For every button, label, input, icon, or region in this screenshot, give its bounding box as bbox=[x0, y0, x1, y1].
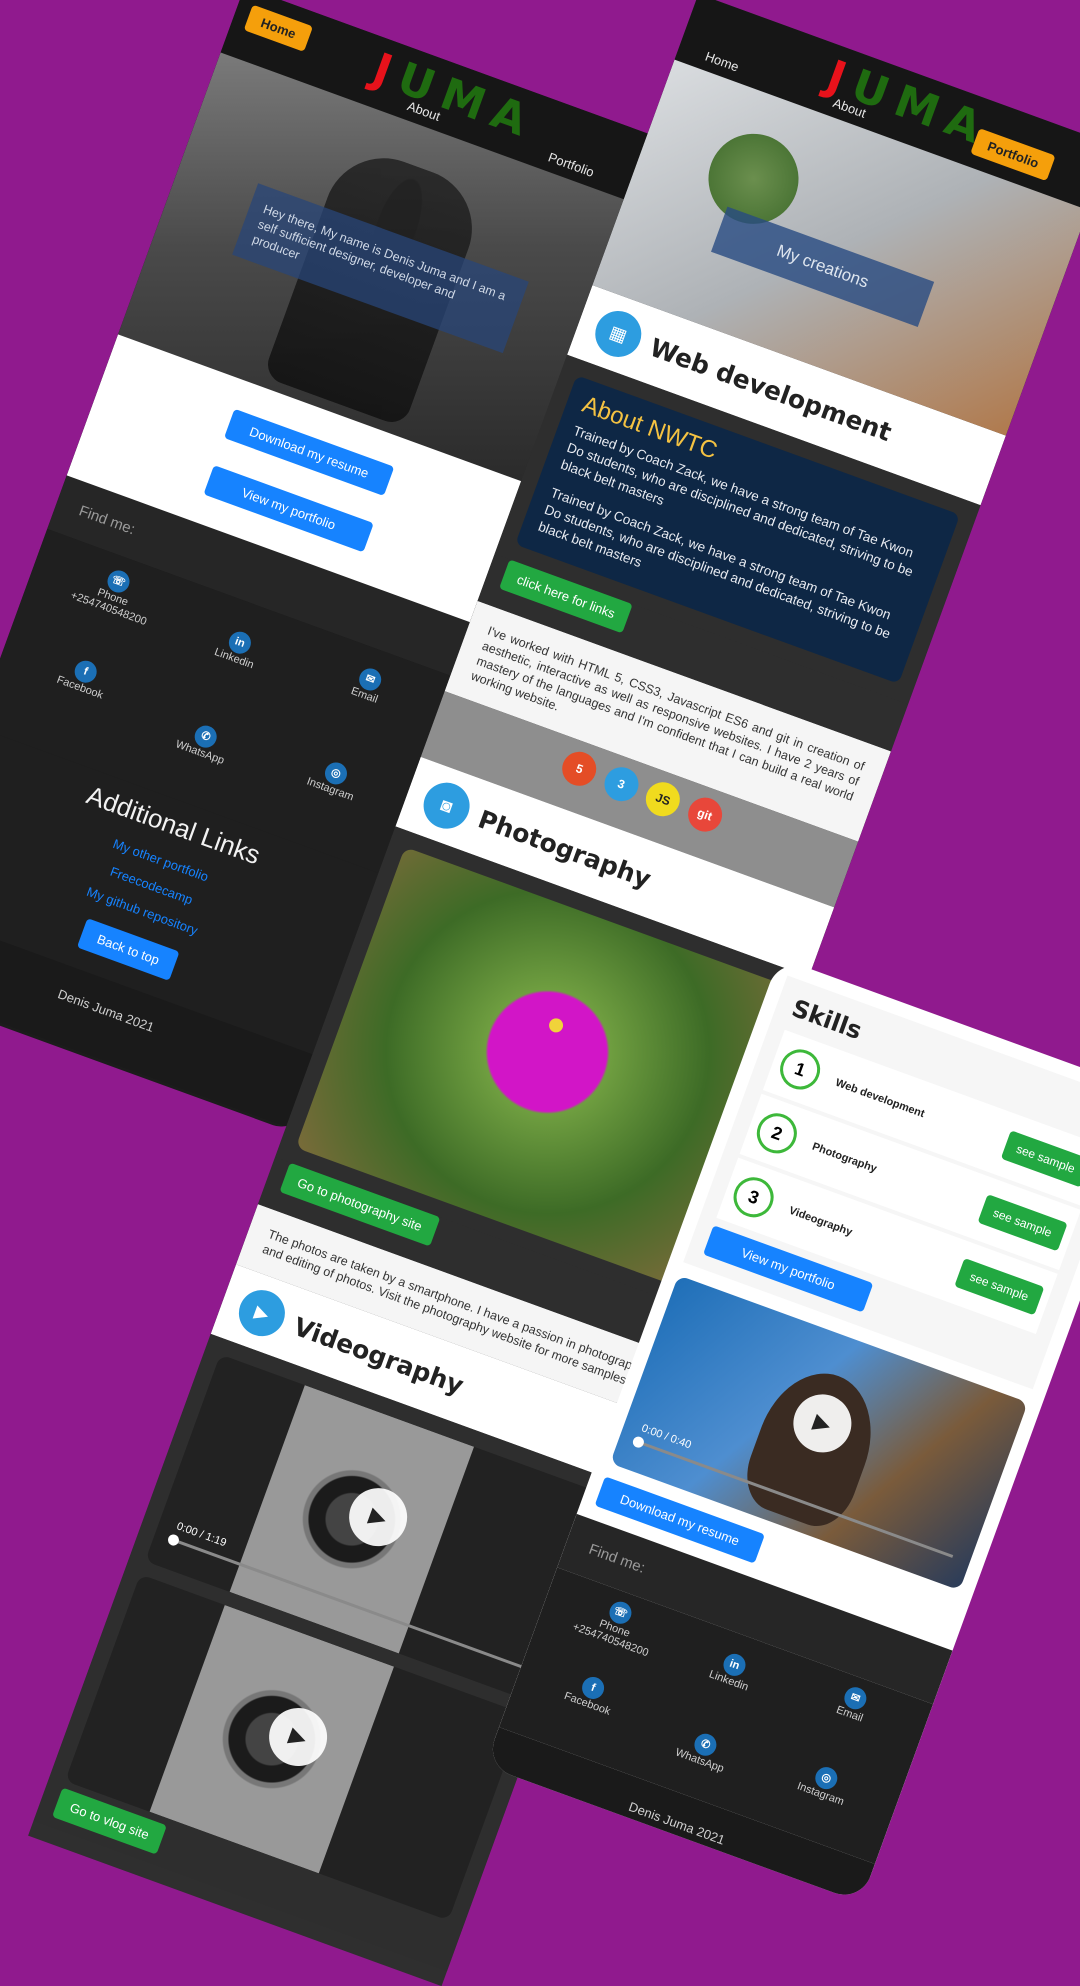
see-sample-button[interactable]: see sample bbox=[953, 1257, 1045, 1316]
video-camera-icon: ▶ bbox=[232, 1283, 292, 1343]
contact-linkedin[interactable]: in Linkedin bbox=[675, 1636, 790, 1706]
css3-icon: 3 bbox=[599, 762, 644, 806]
contact-whatsapp[interactable]: ✆ WhatsApp bbox=[146, 708, 261, 778]
contact-whatsapp[interactable]: ✆ WhatsApp bbox=[646, 1716, 761, 1786]
contact-facebook[interactable]: f Facebook bbox=[26, 643, 141, 713]
javascript-icon: JS bbox=[641, 777, 685, 822]
flower-stamen bbox=[546, 1016, 565, 1035]
see-sample-button[interactable]: see sample bbox=[1000, 1130, 1080, 1188]
git-icon: git bbox=[683, 792, 727, 837]
skill-number: 1 bbox=[774, 1043, 826, 1096]
back-to-top-button[interactable]: Back to top bbox=[77, 918, 180, 981]
contact-email[interactable]: ✉ Email bbox=[311, 650, 426, 720]
see-sample-button[interactable]: see sample bbox=[977, 1194, 1068, 1252]
progress-knob[interactable] bbox=[631, 1435, 646, 1450]
skill-number: 3 bbox=[727, 1171, 780, 1223]
contact-instagram[interactable]: ◎ Instagram bbox=[767, 1749, 882, 1819]
contact-instagram[interactable]: ◎ Instagram bbox=[276, 744, 391, 814]
contact-facebook[interactable]: f Facebook bbox=[534, 1659, 649, 1729]
web-dev-icon: ▦ bbox=[588, 304, 648, 364]
skill-number: 2 bbox=[751, 1107, 803, 1159]
camera-icon: ◙ bbox=[417, 776, 477, 836]
hero-caption: My creations bbox=[711, 206, 935, 327]
contact-linkedin[interactable]: in Linkedin bbox=[180, 614, 295, 684]
progress-knob[interactable] bbox=[166, 1532, 181, 1548]
nav-home[interactable]: Home bbox=[243, 4, 314, 52]
html5-icon: 5 bbox=[557, 747, 602, 791]
